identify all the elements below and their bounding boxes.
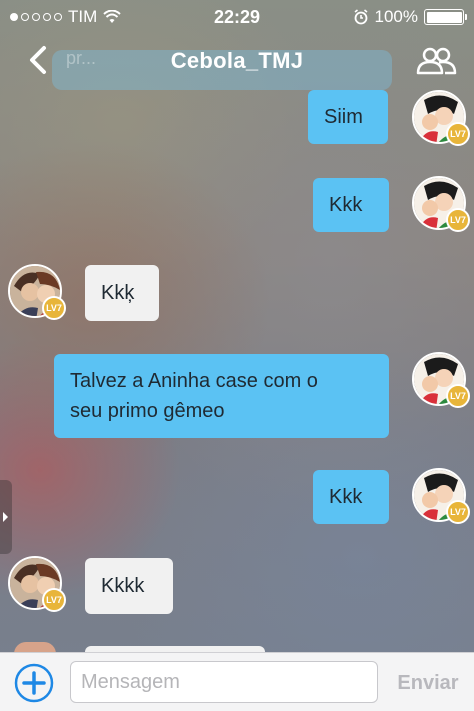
members-button[interactable] — [414, 42, 458, 78]
plus-circle-icon — [14, 663, 54, 703]
level-badge: LV7 — [42, 588, 66, 612]
avatar[interactable]: LV7 — [412, 176, 470, 232]
message-bubble-outgoing[interactable]: Kkk — [313, 470, 389, 524]
level-badge: LV7 — [446, 384, 470, 408]
level-badge: LV7 — [446, 208, 470, 232]
message-bubble-outgoing[interactable]: Siim — [308, 90, 388, 144]
add-attachment-button[interactable] — [14, 663, 54, 703]
message-composer: Enviar — [0, 652, 474, 711]
status-left: TIM — [10, 7, 121, 27]
avatar[interactable]: LV7 — [8, 264, 66, 320]
avatar[interactable]: LV7 — [412, 468, 470, 524]
battery-percent: 100% — [374, 7, 418, 26]
message-bubble-incoming[interactable]: Kkķ — [85, 265, 159, 321]
avatar[interactable]: LV7 — [412, 90, 470, 146]
level-badge: LV7 — [42, 296, 66, 320]
message-input[interactable] — [70, 661, 378, 703]
message-bubble-outgoing[interactable]: Kkk — [313, 178, 389, 232]
message-bubble-outgoing[interactable]: Talvez a Aninha case com o seu primo gêm… — [54, 354, 389, 438]
send-button[interactable]: Enviar — [388, 667, 468, 699]
level-badge: LV7 — [446, 500, 470, 524]
signal-strength-icon — [10, 13, 62, 21]
alarm-clock-icon — [354, 9, 368, 25]
group-icon — [416, 47, 457, 75]
status-bar: TIM 22:29 100% — [0, 0, 474, 34]
chat-header: pr... Cebola_TMJ — [0, 34, 474, 90]
level-badge: LV7 — [446, 122, 470, 146]
chevron-right-icon — [3, 512, 8, 522]
avatar[interactable]: LV7 — [8, 556, 66, 612]
status-right: 100% — [353, 7, 467, 27]
wifi-icon — [103, 10, 121, 23]
chat-title: Cebola_TMJ — [170, 48, 304, 73]
side-drawer-handle[interactable] — [0, 480, 12, 554]
avatar[interactable]: LV7 — [412, 352, 470, 408]
message-bubble-incoming[interactable]: Kkkk — [85, 558, 173, 614]
carrier-name: TIM — [68, 7, 98, 26]
battery-icon — [424, 9, 467, 25]
